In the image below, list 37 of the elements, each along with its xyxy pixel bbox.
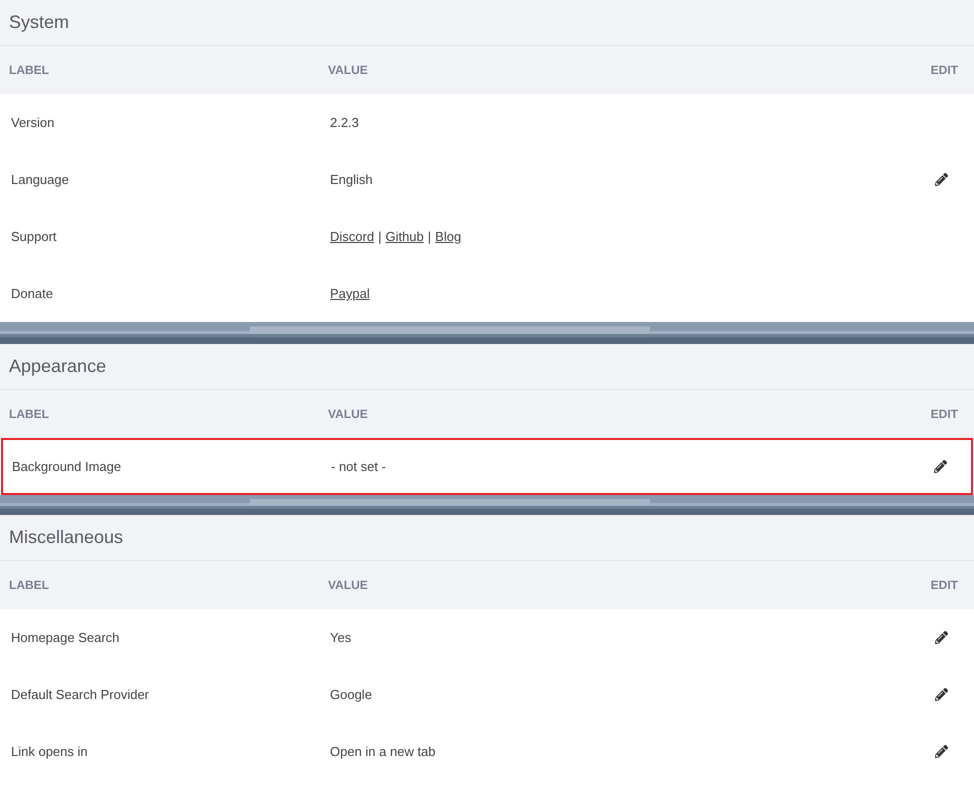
section-title: System — [9, 12, 70, 33]
edit-icon[interactable] — [935, 745, 948, 758]
column-header: LABEL — [9, 63, 49, 77]
setting-value: Google — [330, 687, 372, 702]
section-title: Appearance — [9, 356, 106, 377]
section-title: Miscellaneous — [9, 527, 124, 548]
edit-icon[interactable] — [935, 631, 948, 644]
separator: | — [378, 229, 382, 244]
setting-value: Yes — [330, 630, 352, 645]
value-link[interactable]: Blog — [435, 229, 462, 244]
setting-label: Default Search Provider — [11, 687, 150, 702]
column-header: EDIT — [930, 578, 958, 592]
column-header: LABEL — [9, 578, 49, 592]
setting-label: Support — [11, 229, 58, 244]
column-header: VALUE — [328, 407, 368, 421]
setting-label: Language — [11, 172, 70, 187]
edit-icon[interactable] — [935, 173, 948, 186]
setting-value: 2.2.3 — [330, 115, 359, 130]
setting-value: Open in a new tab — [330, 744, 436, 759]
setting-label: Donate — [11, 286, 54, 301]
column-header: VALUE — [328, 63, 368, 77]
column-header: EDIT — [930, 63, 958, 77]
edit-icon[interactable] — [934, 460, 947, 473]
value-link[interactable]: Discord — [330, 229, 374, 244]
setting-label: Homepage Search — [11, 630, 120, 645]
column-header: VALUE — [328, 578, 368, 592]
column-header: LABEL — [9, 407, 49, 421]
setting-label: Link opens in — [11, 744, 89, 759]
edit-icon[interactable] — [935, 688, 948, 701]
value-link[interactable]: Github — [385, 229, 424, 244]
value-link[interactable]: Paypal — [330, 286, 370, 301]
setting-label: Background Image — [12, 459, 122, 474]
setting-label: Version — [11, 115, 56, 130]
separator: | — [428, 229, 432, 244]
column-header: EDIT — [930, 407, 958, 421]
setting-value: English — [330, 172, 373, 187]
setting-value: - not set - — [331, 459, 386, 474]
